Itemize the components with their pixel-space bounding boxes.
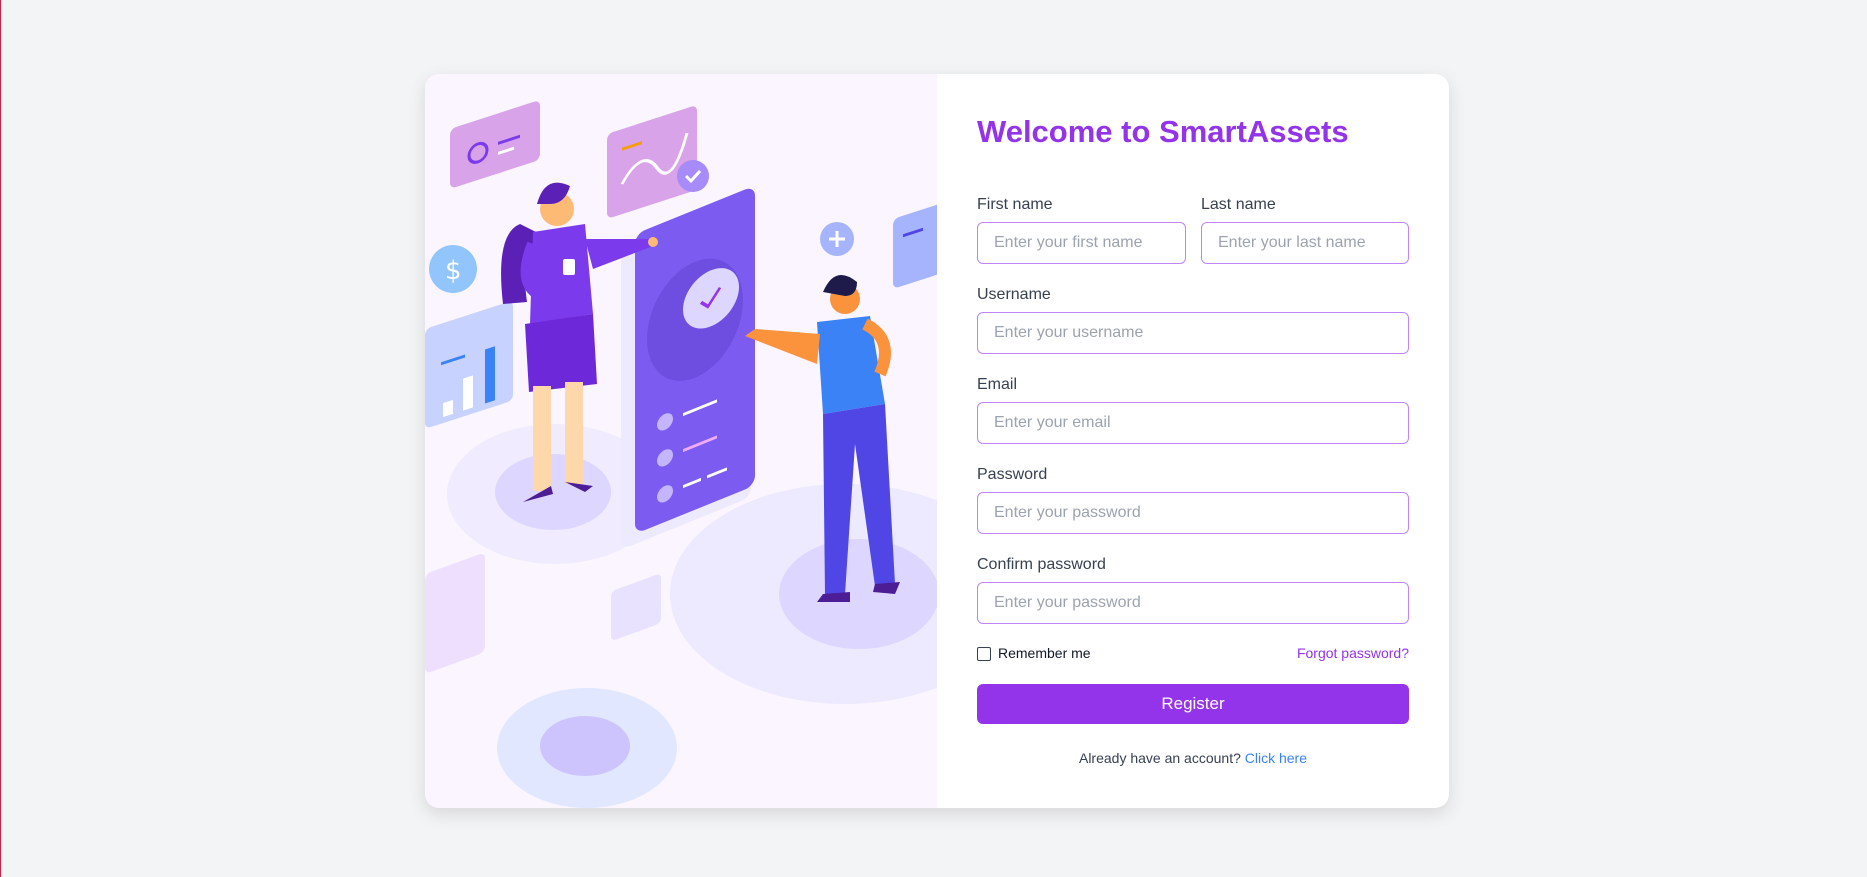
remember-me-checkbox[interactable] — [977, 647, 991, 661]
dollar-icon: $ — [429, 245, 477, 293]
first-name-field[interactable] — [977, 222, 1186, 264]
forgot-password-link[interactable]: Forgot password? — [1297, 645, 1409, 661]
password-label: Password — [977, 466, 1048, 483]
password-field[interactable] — [977, 492, 1409, 534]
plus-icon — [820, 222, 854, 256]
register-button[interactable]: Register — [977, 684, 1409, 724]
last-name-field[interactable] — [1201, 222, 1409, 264]
illustration-panel: $ — [425, 74, 937, 808]
confirm-password-label: Confirm password — [977, 556, 1106, 573]
login-link[interactable]: Click here — [1245, 750, 1307, 766]
first-name-label: First name — [977, 196, 1053, 213]
confirm-password-field[interactable] — [977, 582, 1409, 624]
check-icon — [677, 160, 709, 192]
username-label: Username — [977, 286, 1051, 303]
remember-me-label[interactable]: Remember me — [998, 645, 1091, 661]
login-prompt-text: Already have an account? — [1078, 750, 1241, 766]
login-prompt: Already have an account? Click here — [937, 750, 1449, 766]
page-title: Welcome to SmartAssets — [977, 114, 1349, 149]
email-label: Email — [977, 376, 1018, 393]
register-card: $ Welcome to SmartAssets First name Ente… — [425, 74, 1449, 808]
email-field[interactable] — [977, 402, 1409, 444]
svg-text:$: $ — [445, 256, 462, 286]
username-field[interactable] — [977, 312, 1409, 354]
register-form: Welcome to SmartAssets First name Last n… — [937, 74, 1449, 808]
last-name-label: Last name — [1201, 196, 1276, 213]
onboarding-illustration: $ — [425, 101, 937, 808]
chart-icon — [425, 302, 513, 428]
